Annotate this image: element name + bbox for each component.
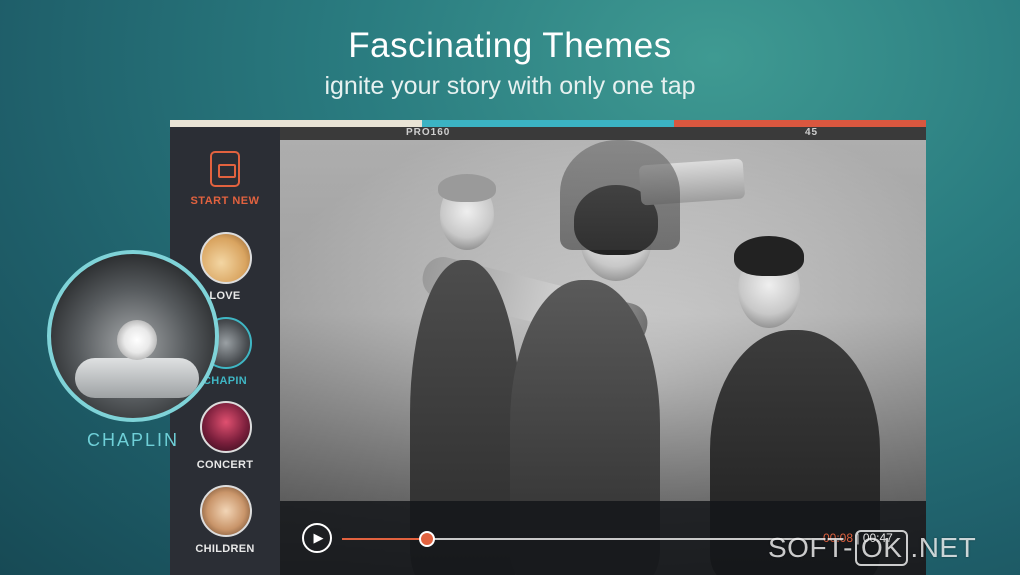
watermark: SOFT- OK .NET [768,530,976,566]
person-3-beanie [734,236,804,276]
headline: Fascinating Themes [348,26,672,65]
start-new-label[interactable]: START NEW [170,195,280,207]
film-edge [280,127,926,140]
start-new-icon[interactable] [210,151,240,187]
stripe-teal [422,120,674,127]
color-stripe-bar [170,120,926,127]
watermark-post: .NET [910,532,977,563]
seek-handle[interactable] [418,531,435,547]
seek-progress [342,538,427,540]
theme-children-label[interactable]: CHILDREN [170,543,280,555]
app-screen: PRO160 45 START NEW LOVE CHAPIN CONCERT … [170,120,926,575]
watermark-pre: SOFT- [768,532,853,563]
subheadline: ignite your story with only one tap [324,72,696,100]
stripe-red [674,120,926,127]
watermark-boxed: OK [854,530,909,566]
person-4 [560,140,680,250]
play-button[interactable]: ▶ [302,523,332,553]
theme-concert-label[interactable]: CONCERT [170,459,280,471]
seek-track[interactable] [342,531,812,547]
stripe-cream [170,120,422,127]
person-1-hair [438,174,496,202]
magnifier-label: CHAPLIN [86,430,180,450]
hands-shape [75,358,199,398]
theme-children-thumb[interactable] [200,485,252,537]
film-code-right: 45 [805,127,819,138]
flower-icon [117,320,157,360]
theme-concert-thumb[interactable] [200,401,252,453]
film-code-left: PRO160 [406,127,451,138]
theme-magnifier-bubble [47,250,219,422]
play-icon: ▶ [313,530,324,545]
theme-love-thumb[interactable] [200,232,252,284]
